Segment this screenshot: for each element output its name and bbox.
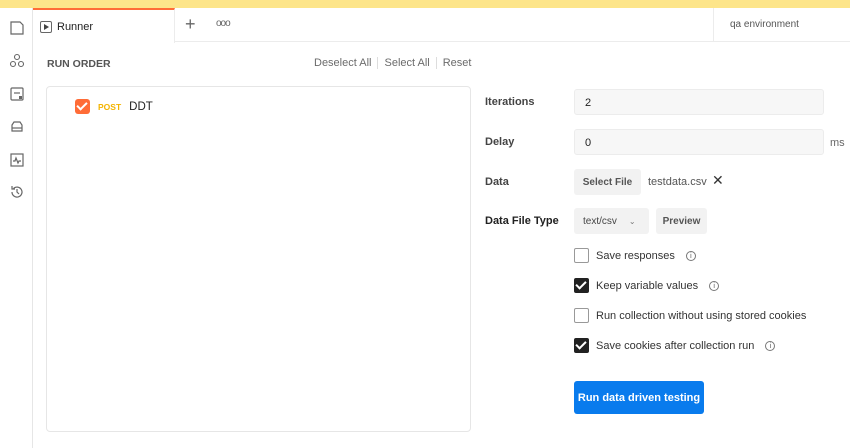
checkbox[interactable] (574, 308, 589, 323)
run-order-list: POST DDT (46, 86, 471, 432)
delay-unit: ms (830, 137, 845, 149)
select-file-button[interactable]: Select File (574, 169, 641, 195)
deselect-all-link[interactable]: Deselect All (308, 57, 379, 69)
option-keep-variable-values[interactable]: Keep variable values i (574, 278, 720, 293)
iterations-label: Iterations (485, 96, 535, 108)
iterations-input[interactable]: 2 (574, 89, 824, 115)
info-icon[interactable]: i (685, 250, 696, 261)
option-label: Save cookies after collection run (596, 339, 755, 352)
file-type-value: text/csv (583, 215, 617, 227)
tab-label: Runner (57, 20, 94, 33)
select-all-link[interactable]: Select All (378, 57, 437, 69)
reset-link[interactable]: Reset (437, 57, 478, 69)
history-icon[interactable] (9, 184, 25, 200)
data-file-type-label: Data File Type (485, 215, 559, 227)
runner-icon (40, 20, 52, 33)
sidebar (0, 8, 33, 448)
info-icon[interactable]: i (765, 340, 776, 351)
chevron-down-icon: ⌄ (628, 216, 636, 226)
option-no-stored-cookies[interactable]: Run collection without using stored cook… (574, 308, 806, 323)
environments-icon[interactable] (9, 119, 25, 135)
tab-bar: Runner + ooo qa environment (33, 8, 850, 43)
option-save-cookies[interactable]: Save cookies after collection run i (574, 338, 776, 353)
run-button[interactable]: Run data driven testing (574, 381, 704, 414)
monitors-icon[interactable] (9, 152, 25, 168)
option-label: Run collection without using stored cook… (596, 309, 807, 322)
mock-servers-icon[interactable] (9, 86, 25, 102)
file-name: testdata.csv (648, 176, 707, 188)
option-label: Keep variable values (596, 279, 699, 292)
method-badge: POST (98, 101, 122, 112)
request-name: DDT (129, 100, 153, 113)
delay-input[interactable]: 0 (574, 129, 824, 155)
list-item[interactable]: POST DDT (75, 99, 153, 114)
info-icon[interactable]: i (709, 280, 720, 291)
checkbox[interactable] (574, 278, 589, 293)
request-checkbox[interactable] (75, 99, 90, 114)
run-order-actions: Deselect All Select All Reset (308, 57, 477, 69)
top-banner (0, 0, 850, 8)
environment-selector[interactable]: qa environment (713, 8, 850, 42)
collections-icon[interactable] (9, 20, 25, 36)
tab-runner[interactable]: Runner (33, 8, 175, 43)
run-order-title: RUN ORDER (47, 58, 111, 70)
clear-file-icon[interactable]: ✕ (712, 172, 724, 189)
delay-label: Delay (485, 136, 515, 148)
more-tabs-button[interactable]: ooo (216, 18, 231, 29)
new-tab-button[interactable]: + (185, 14, 196, 35)
option-save-responses[interactable]: Save responses i (574, 248, 696, 263)
checkbox[interactable] (574, 338, 589, 353)
file-type-select[interactable]: text/csv ⌄ (574, 208, 649, 234)
preview-button[interactable]: Preview (656, 208, 707, 234)
checkbox[interactable] (574, 248, 589, 263)
option-label: Save responses (596, 249, 675, 262)
apis-icon[interactable] (9, 53, 25, 69)
data-label: Data (485, 176, 509, 188)
